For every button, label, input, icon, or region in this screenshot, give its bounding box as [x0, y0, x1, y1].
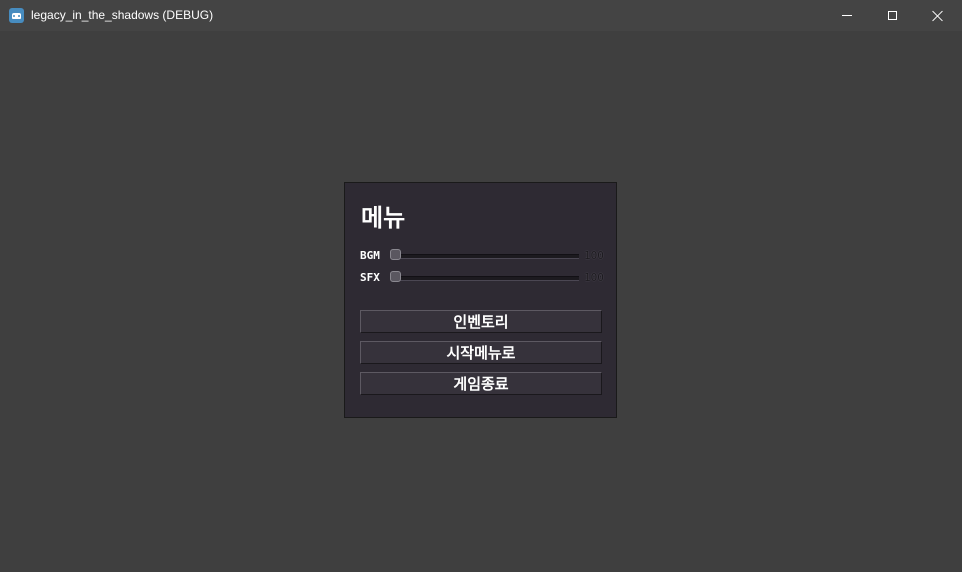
sfx-label: SFX: [360, 271, 380, 284]
sfx-slider-track[interactable]: [391, 276, 579, 281]
window-titlebar[interactable]: legacy_in_the_shadows (DEBUG): [0, 0, 962, 31]
sfx-slider-row: SFX 100: [360, 271, 604, 285]
bgm-slider-handle[interactable]: [390, 249, 401, 260]
godot-icon: [9, 8, 24, 23]
quit-game-button[interactable]: 게임종료: [360, 372, 602, 395]
sfx-value: 100: [584, 271, 604, 284]
bgm-slider-row: BGM 100: [360, 249, 604, 263]
maximize-icon: [887, 11, 897, 20]
close-button[interactable]: [915, 0, 961, 31]
start-menu-button[interactable]: 시작메뉴로: [360, 341, 602, 364]
close-icon: [932, 10, 944, 22]
sfx-slider-handle[interactable]: [390, 271, 401, 282]
menu-title: 메뉴: [361, 204, 406, 232]
maximize-button[interactable]: [869, 0, 915, 31]
minimize-button[interactable]: [824, 0, 870, 31]
bgm-value: 100: [584, 249, 604, 262]
inventory-button[interactable]: 인벤토리: [360, 310, 602, 333]
bgm-label: BGM: [360, 249, 380, 262]
minimize-icon: [842, 15, 852, 16]
window-title: legacy_in_the_shadows (DEBUG): [31, 8, 214, 22]
menu-panel: 메뉴 BGM 100 SFX 100 인벤토리 시작메뉴로 게임종료: [344, 182, 617, 418]
bgm-slider-track[interactable]: [391, 254, 579, 259]
